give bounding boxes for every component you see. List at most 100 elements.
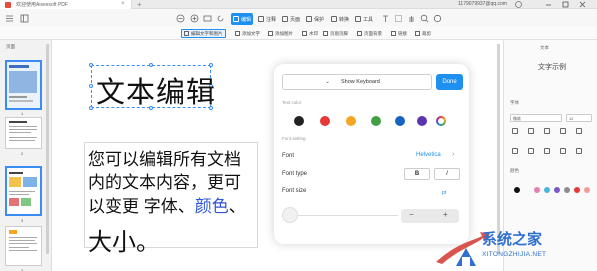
color-swatch-black[interactable] (514, 187, 520, 193)
bold-icon[interactable] (512, 128, 518, 134)
color-swatch-light-red[interactable] (584, 187, 590, 193)
body-text-line[interactable]: 您可以编辑所有文档 (88, 145, 241, 170)
toolbar-comment[interactable]: 注释 (256, 13, 278, 25)
color-swatch-purple[interactable] (417, 116, 427, 126)
menu-icon[interactable] (5, 14, 14, 23)
link-button[interactable]: 链接 (389, 29, 409, 38)
underline-icon[interactable] (544, 128, 550, 134)
maximize-icon[interactable] (562, 1, 569, 8)
bold-button[interactable]: B (404, 168, 430, 180)
share-icon[interactable] (433, 14, 442, 23)
superscript-icon[interactable] (576, 128, 582, 134)
color-swatch-pink[interactable] (534, 187, 540, 193)
body-text-line[interactable]: 内的文本内容，更可 (88, 168, 241, 193)
color-swatch-green[interactable] (371, 116, 381, 126)
color-swatch-red[interactable] (574, 187, 580, 193)
italic-icon[interactable] (528, 128, 534, 134)
page-2-preview (9, 121, 37, 141)
align-justify-icon[interactable] (560, 148, 566, 154)
italic-button[interactable]: I (434, 168, 460, 180)
resize-handle[interactable] (89, 106, 93, 110)
toolbar-page[interactable]: 页面 (280, 13, 302, 25)
crop-button[interactable]: 裁剪 (413, 29, 433, 38)
add-image-label: 添加图片 (275, 30, 293, 36)
done-button[interactable]: Done (436, 74, 463, 90)
edit-text-image-button[interactable]: 编辑文字和图片 (181, 29, 226, 38)
watermark-button[interactable]: 水印 (300, 29, 320, 38)
line-spacing-icon[interactable] (576, 148, 582, 154)
page-3-preview (7, 168, 40, 214)
sidebar-toggle-icon[interactable] (20, 14, 29, 23)
color-swatch-red[interactable] (320, 116, 330, 126)
body-text-large-line[interactable]: 大小。 (88, 222, 160, 257)
toolbar-edit[interactable]: 编辑 (231, 13, 254, 25)
color-swatch-blue[interactable] (395, 116, 405, 126)
edit-icon (233, 16, 239, 22)
page-number: 1 (21, 111, 24, 116)
account-email[interactable]: 1179079937@qq.com (458, 1, 507, 7)
page-thumbnail[interactable] (5, 117, 42, 149)
close-tab-icon[interactable]: × (121, 1, 125, 7)
show-keyboard-field[interactable]: ⌄ Show Keyboard (282, 74, 432, 90)
main-toolbar: 编辑 注释 页面 保护 转换 工具 (0, 9, 597, 27)
font-family-select[interactable]: 微软 (510, 114, 562, 122)
resize-handle[interactable] (209, 63, 213, 67)
thumbnail-scrollbar[interactable] (46, 44, 49, 254)
zoom-in-icon[interactable] (190, 14, 199, 23)
chevron-right-icon[interactable]: › (452, 151, 454, 158)
font-size-slider-knob[interactable] (282, 207, 298, 223)
edit-text-image-icon (184, 31, 189, 36)
color-swatch-purple[interactable] (554, 187, 560, 193)
align-right-icon[interactable] (544, 148, 550, 154)
color-swatch-orange[interactable] (346, 116, 356, 126)
font-size-select[interactable]: 12 (566, 114, 592, 122)
increase-size-button[interactable]: + (443, 210, 448, 219)
help-icon[interactable] (515, 1, 522, 8)
rotate-icon[interactable] (216, 14, 225, 23)
document-heading[interactable]: 文本编辑 (96, 69, 216, 111)
font-size-slider-track[interactable] (288, 215, 398, 216)
tools-icon (355, 16, 361, 22)
text-tool-icon[interactable] (381, 14, 390, 23)
comment-icon (258, 16, 264, 22)
page-thumbnail[interactable] (5, 226, 42, 266)
body-text-fragment: 、 (228, 197, 246, 216)
toolbar-protect[interactable]: 保护 (304, 13, 326, 25)
decrease-size-button[interactable]: − (409, 210, 414, 219)
toolbar-tools[interactable]: 工具 (353, 13, 375, 25)
new-tab-icon[interactable]: + (137, 0, 142, 9)
close-window-icon[interactable] (579, 1, 586, 8)
align-left-icon[interactable] (512, 148, 518, 154)
edit-text-image-label: 编辑文字和图片 (191, 30, 223, 36)
add-text-button[interactable]: 添加文字 (233, 29, 262, 38)
watermark-icon (302, 31, 307, 36)
color-swatch-gray[interactable] (564, 187, 570, 193)
search-icon[interactable] (420, 14, 429, 23)
document-tab[interactable]: 欢迎使用Aiseesoft PDF (0, 0, 132, 9)
select-tool-icon[interactable] (394, 14, 403, 23)
align-center-icon[interactable] (528, 148, 534, 154)
font-size-value: 12 (569, 116, 574, 121)
header-footer-button[interactable]: 页眉页脚 (321, 29, 350, 38)
custom-color-wheel-icon[interactable] (436, 116, 446, 126)
add-image-button[interactable]: 添加图片 (266, 29, 295, 38)
zoom-out-icon[interactable] (176, 14, 185, 23)
font-value[interactable]: Helvetica (416, 152, 441, 158)
toolbar-page-label: 页面 (290, 16, 301, 23)
color-swatch-black[interactable] (294, 116, 304, 126)
resize-handle[interactable] (89, 63, 93, 67)
page-background-button[interactable]: 页面背景 (355, 29, 384, 38)
fit-width-icon[interactable] (203, 14, 212, 23)
minimize-icon[interactable] (545, 1, 552, 8)
page-thumbnail[interactable] (5, 166, 42, 216)
convert-icon (331, 16, 337, 22)
hand-tool-icon[interactable] (407, 14, 416, 23)
toolbar-convert[interactable]: 转换 (329, 13, 351, 25)
strikethrough-icon[interactable] (560, 128, 566, 134)
body-text-line[interactable]: 以变更 字体、颜色、 (88, 192, 246, 217)
color-swatch-cyan[interactable] (544, 187, 550, 193)
page-thumbnail-panel: 页面 1 2 3 4 (0, 40, 52, 271)
resize-handle[interactable] (149, 63, 153, 67)
page-thumbnail[interactable] (5, 60, 42, 110)
resize-handle[interactable] (89, 84, 93, 88)
